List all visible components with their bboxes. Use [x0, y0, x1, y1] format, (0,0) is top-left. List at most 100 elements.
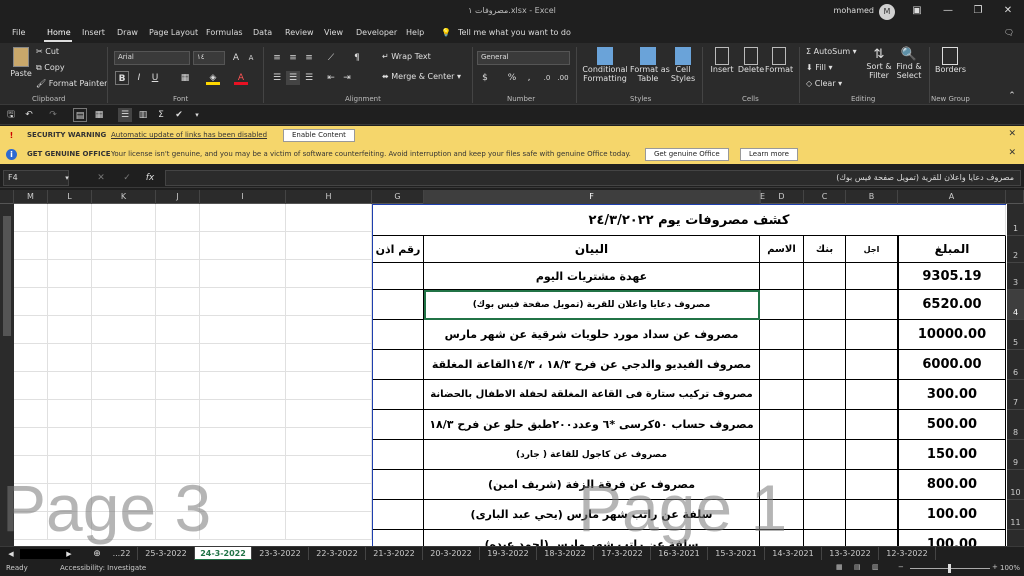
grid-cell[interactable] — [156, 260, 200, 288]
term-cell[interactable] — [846, 530, 898, 546]
amount-cell[interactable]: 100.00 — [898, 530, 1006, 546]
borders-qat-icon[interactable]: ▦ — [92, 108, 106, 122]
amount-cell[interactable]: 6520.00 — [898, 290, 1006, 320]
term-cell[interactable] — [846, 470, 898, 500]
format-cells-button[interactable]: Format — [765, 47, 793, 74]
row-header[interactable]: 10 — [1007, 470, 1024, 500]
table-qat-icon[interactable]: ▥ — [136, 108, 150, 122]
cell-styles-button[interactable]: Cell Styles — [668, 47, 698, 83]
comma-icon[interactable]: , — [522, 71, 536, 85]
amount-cell[interactable]: 800.00 — [898, 470, 1006, 500]
percent-icon[interactable]: % — [505, 71, 519, 85]
column-header[interactable]: K — [92, 190, 156, 204]
align-bottom-icon[interactable]: ≡ — [302, 51, 316, 65]
bank-cell[interactable] — [804, 410, 846, 440]
grid-cell[interactable] — [200, 400, 286, 428]
term-cell[interactable] — [846, 380, 898, 410]
format-painter-button[interactable]: 🖌 Format Painter — [36, 79, 107, 88]
grid-cell[interactable] — [14, 204, 48, 232]
scrollbar-thumb[interactable] — [3, 216, 11, 336]
bank-cell[interactable] — [804, 320, 846, 350]
paste-button[interactable]: Paste — [10, 47, 32, 78]
sheet-tab[interactable]: 25-3-2022 — [138, 547, 195, 561]
font-size-select[interactable]: ١٤ — [193, 51, 225, 65]
sheet-tab[interactable]: 17-3-2022 — [594, 547, 651, 561]
bank-cell[interactable] — [804, 350, 846, 380]
grid-cell[interactable] — [200, 288, 286, 316]
sigma-qat-icon[interactable]: Σ — [154, 108, 168, 122]
sheet-tab[interactable]: 21-3-2022 — [366, 547, 423, 561]
grid-cell[interactable] — [156, 316, 200, 344]
sheet-tab[interactable]: 24-3-2022 — [195, 547, 252, 561]
term-cell[interactable] — [846, 500, 898, 530]
minimize-icon[interactable]: — — [938, 3, 958, 19]
grid-cell[interactable] — [156, 372, 200, 400]
page-layout-icon[interactable]: ▤ — [854, 563, 861, 571]
decrease-font-icon[interactable]: A — [244, 51, 258, 65]
save-icon[interactable]: 🖫 — [4, 108, 18, 122]
tab-page-layout[interactable]: Page Layout — [149, 28, 198, 37]
permit-cell[interactable] — [373, 290, 424, 320]
learn-more-button[interactable]: Learn more — [740, 148, 798, 161]
sort-filter-button[interactable]: ⇅ Sort & Filter — [866, 47, 892, 80]
grid-cell[interactable] — [92, 260, 156, 288]
grid-cell[interactable] — [156, 288, 200, 316]
grid-cell[interactable] — [286, 372, 372, 400]
align-left-icon[interactable]: ☰ — [270, 71, 284, 85]
rtl-icon[interactable]: ¶ — [350, 51, 364, 65]
name-cell[interactable] — [760, 440, 804, 470]
delete-cells-button[interactable]: Delete — [737, 47, 765, 74]
sheet-tab[interactable]: 23-3-2022 — [252, 547, 309, 561]
amount-cell[interactable]: 10000.00 — [898, 320, 1006, 350]
sheet-tab[interactable]: ...22 — [106, 547, 138, 561]
column-header[interactable]: F — [424, 190, 760, 204]
row-header[interactable]: 3 — [1007, 263, 1024, 290]
sheet-tab[interactable]: 20-3-2022 — [423, 547, 480, 561]
grid-cell[interactable] — [48, 344, 92, 372]
cut-button[interactable]: ✂ Cut — [36, 47, 59, 56]
grid-cell[interactable] — [48, 316, 92, 344]
fill-color-icon[interactable]: ◈ — [206, 71, 220, 85]
name-box-dropdown-icon[interactable]: ▾ — [60, 171, 74, 185]
sheet-tab[interactable]: 18-3-2022 — [537, 547, 594, 561]
grid-cell[interactable] — [286, 344, 372, 372]
grid-cell[interactable] — [200, 232, 286, 260]
sheet-tab[interactable]: 14-3-2021 — [765, 547, 822, 561]
get-genuine-button[interactable]: Get genuine Office — [645, 148, 729, 161]
grid-cell[interactable] — [156, 428, 200, 456]
grid-cell[interactable] — [48, 372, 92, 400]
grid-cell[interactable] — [48, 260, 92, 288]
grid-cell[interactable] — [14, 260, 48, 288]
tab-scroll-left-icon[interactable]: ◀ — [4, 547, 18, 561]
tab-file[interactable]: File — [12, 28, 25, 37]
bank-cell[interactable] — [804, 290, 846, 320]
column-header[interactable]: M — [14, 190, 48, 204]
column-header[interactable]: G — [372, 190, 424, 204]
name-cell[interactable] — [760, 380, 804, 410]
worksheet-grid[interactable]: M L K J I H G F E D C B A 1 2 3 4 5 6 7 … — [0, 190, 1024, 546]
select-all-corner[interactable] — [0, 190, 14, 204]
grid-cell[interactable] — [200, 260, 286, 288]
conditional-formatting-button[interactable]: Conditional Formatting — [582, 47, 628, 83]
grid-cell[interactable] — [200, 512, 286, 540]
grid-cell[interactable] — [14, 288, 48, 316]
align-center-icon[interactable]: ☰ — [286, 71, 300, 85]
grid-cell[interactable] — [14, 400, 48, 428]
term-cell[interactable] — [846, 263, 898, 290]
amount-cell[interactable]: 6000.00 — [898, 350, 1006, 380]
row-header[interactable]: 4 — [1007, 290, 1024, 320]
wrap-text-button[interactable]: ↵ Wrap Text — [382, 52, 431, 61]
grid-cell[interactable] — [92, 316, 156, 344]
permit-cell[interactable] — [373, 530, 424, 546]
merge-center-button[interactable]: ⬌ Merge & Center ▾ — [382, 72, 461, 81]
grid-cell[interactable] — [92, 232, 156, 260]
zoom-out-icon[interactable]: − — [898, 563, 904, 571]
close-icon[interactable]: ✕ — [1008, 129, 1016, 139]
grid-cell[interactable] — [286, 400, 372, 428]
description-cell[interactable]: مصروف عن سداد مورد حلويات شرقية عن شهر م… — [424, 320, 760, 350]
normal-view-icon[interactable]: ▦ — [836, 563, 843, 571]
clear-button[interactable]: ◇ Clear ▾ — [806, 79, 842, 88]
header-term[interactable]: اجل — [846, 236, 898, 263]
tab-help[interactable]: Help — [406, 28, 424, 37]
grid-cell[interactable] — [48, 288, 92, 316]
